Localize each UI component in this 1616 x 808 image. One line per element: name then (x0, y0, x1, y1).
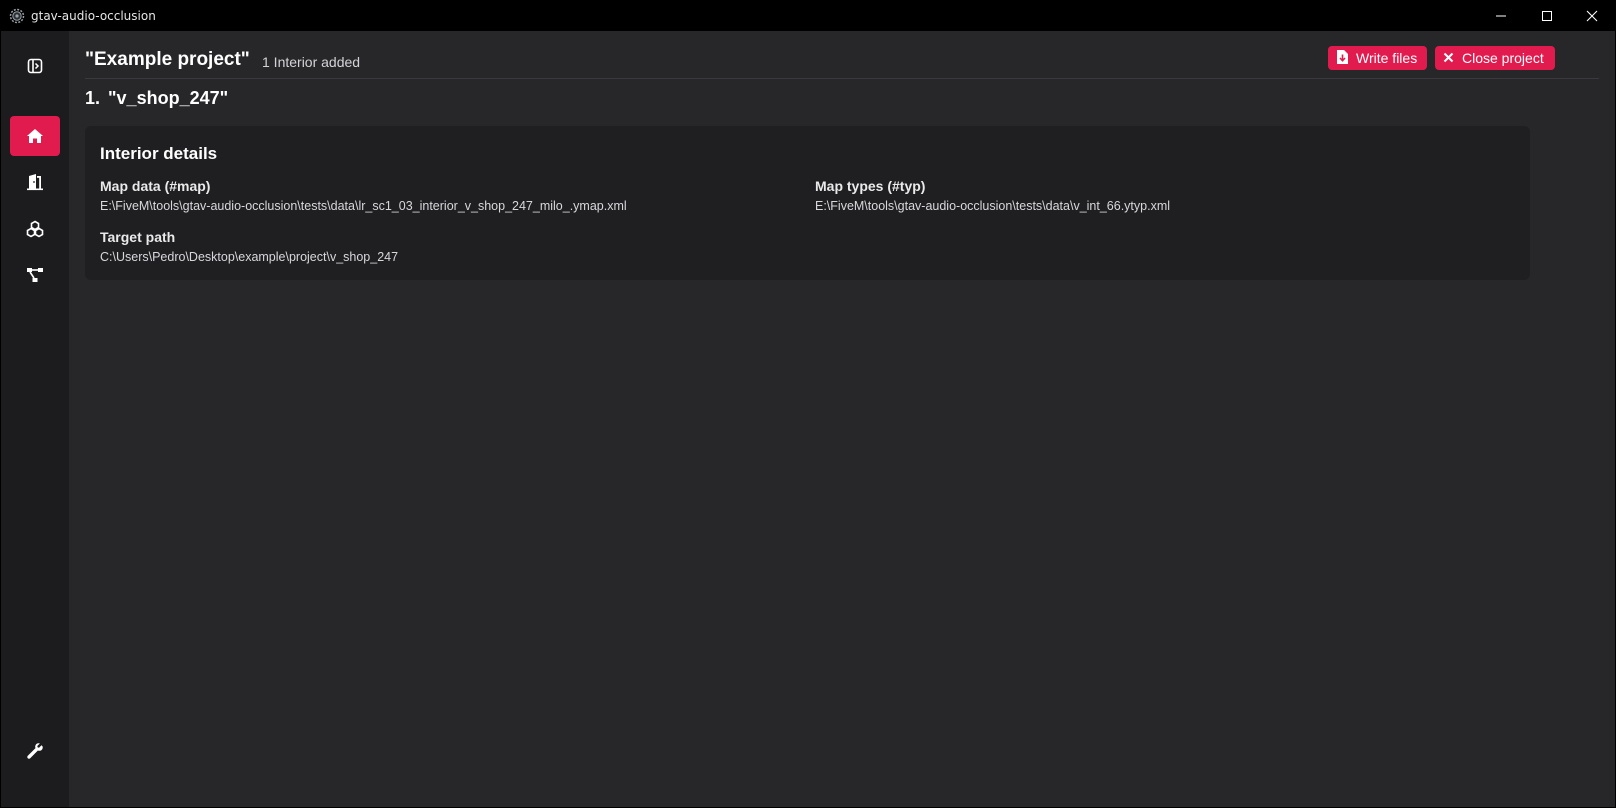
gear-app-icon (9, 8, 25, 24)
cubes-icon (26, 220, 44, 238)
write-files-label: Write files (1356, 50, 1418, 66)
network-icon (26, 267, 44, 283)
map-data-value: E:\FiveM\tools\gtav-audio-occlusion\test… (100, 199, 627, 213)
close-window-button[interactable] (1569, 1, 1615, 31)
project-header: "Example project" 1 Interior added Write… (85, 46, 1599, 79)
interior-details-card: Interior details Map data (#map) E:\Five… (85, 126, 1530, 280)
interior-index: 1. (85, 88, 101, 108)
sidebar (1, 31, 69, 807)
target-path-label: Target path (100, 229, 176, 245)
close-project-label: Close project (1462, 50, 1544, 66)
page-title: "Example project" (85, 49, 250, 70)
write-files-button[interactable]: Write files (1328, 46, 1427, 70)
main-content: "Example project" 1 Interior added Write… (69, 31, 1615, 807)
app-window: gtav-audio-occlusion "Example project" 1… (1, 1, 1615, 807)
interior-heading: 1. "v_shop_247" (85, 88, 228, 109)
sidebar-item-home[interactable] (10, 116, 60, 156)
map-types-label: Map types (#typ) (815, 178, 926, 194)
x-icon (1443, 50, 1462, 66)
sidebar-item-portals[interactable] (10, 162, 60, 202)
interior-name: "v_shop_247" (108, 88, 229, 108)
maximize-button[interactable] (1524, 1, 1570, 31)
card-title: Interior details (100, 144, 218, 163)
door-icon (26, 173, 44, 191)
maximize-icon (1541, 10, 1553, 22)
sidebar-toggle-button[interactable] (10, 46, 60, 86)
target-path-value: C:\Users\Pedro\Desktop\example\project\v… (100, 250, 399, 264)
minimize-button[interactable] (1478, 1, 1524, 31)
window-title: gtav-audio-occlusion (31, 9, 156, 23)
sidebar-item-nodes[interactable] (10, 255, 60, 295)
sidebar-toggle-icon (27, 58, 43, 74)
close-icon (1586, 10, 1598, 22)
interior-count: 1 Interior added (262, 54, 361, 70)
sidebar-item-entities[interactable] (10, 209, 60, 249)
title-bar: gtav-audio-occlusion (1, 1, 1615, 31)
file-download-icon (1336, 49, 1356, 67)
sidebar-item-settings[interactable] (10, 731, 60, 771)
minimize-icon (1495, 10, 1507, 22)
close-project-button[interactable]: Close project (1435, 46, 1555, 70)
wrench-icon (26, 742, 44, 760)
home-icon (26, 128, 44, 144)
map-types-value: E:\FiveM\tools\gtav-audio-occlusion\test… (815, 199, 1171, 213)
map-data-label: Map data (#map) (100, 178, 211, 194)
